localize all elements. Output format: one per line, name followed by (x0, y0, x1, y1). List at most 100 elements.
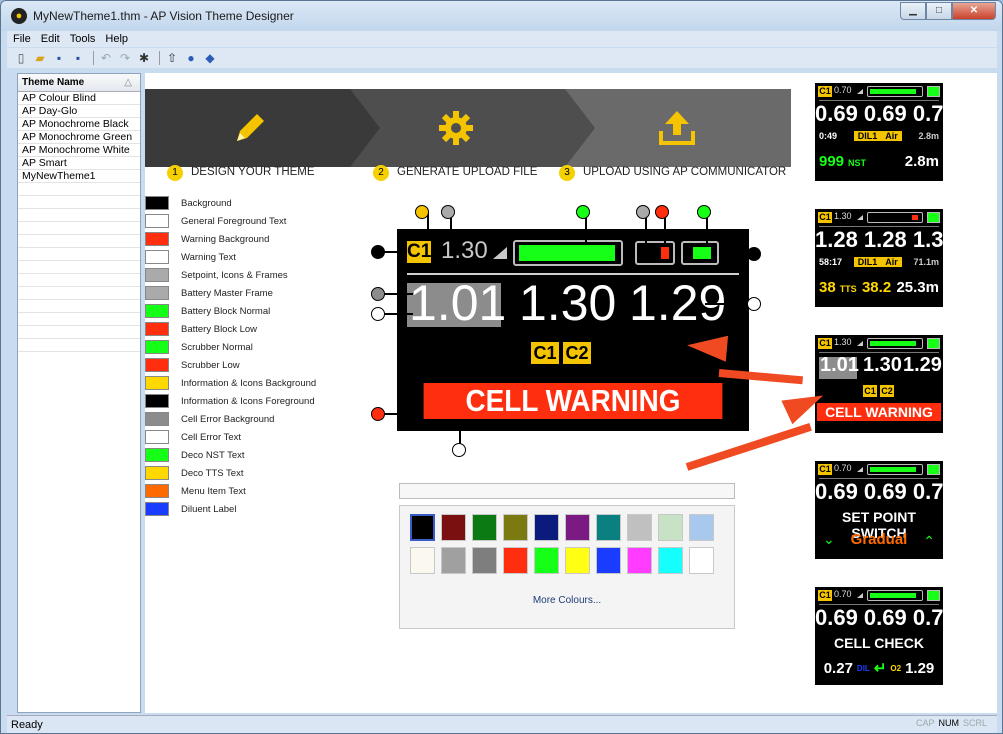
palette-swatch[interactable] (410, 514, 435, 541)
close-button[interactable]: ✕ (952, 2, 996, 20)
callout-dot-green[interactable] (576, 205, 590, 219)
theme-list-item[interactable]: MyNewTheme1 (18, 170, 140, 183)
color-swatch[interactable] (145, 412, 169, 426)
palette-swatch[interactable] (658, 547, 683, 574)
color-swatch[interactable] (145, 340, 169, 354)
color-swatch[interactable] (145, 430, 169, 444)
color-swatch[interactable] (145, 502, 169, 516)
color-setting-row[interactable]: Cell Error Background (145, 410, 274, 428)
callout-dot-red[interactable] (371, 407, 385, 421)
menu-edit[interactable]: Edit (41, 33, 60, 45)
palette-swatch[interactable] (503, 514, 528, 541)
color-setting-row[interactable]: Battery Block Low (145, 320, 257, 338)
palette-swatch[interactable] (627, 514, 652, 541)
undo-icon[interactable]: ↶ (98, 50, 114, 66)
palette-swatch[interactable] (689, 514, 714, 541)
palette-swatch[interactable] (627, 547, 652, 574)
setpoint-value[interactable]: 1.30 (441, 237, 488, 265)
redo-icon[interactable]: ↷ (117, 50, 133, 66)
preview-screen[interactable]: C1 1.30 1.01 1.30 1.29 C1 C2 CELL WARNING (815, 335, 943, 433)
color-swatch[interactable] (145, 376, 169, 390)
theme-list-item[interactable]: AP Colour Blind (18, 92, 140, 105)
palette-swatch[interactable] (565, 514, 590, 541)
color-swatch[interactable] (145, 304, 169, 318)
palette-swatch[interactable] (565, 547, 590, 574)
save-as-icon[interactable]: ▪ (70, 50, 86, 66)
cell-1-value[interactable]: 1.01 (409, 273, 506, 333)
theme-list-item[interactable]: AP Monochrome Green (18, 131, 140, 144)
theme-list-item[interactable]: AP Smart (18, 157, 140, 170)
menu-file[interactable]: File (13, 33, 31, 45)
upload-icon[interactable]: ⇧ (164, 50, 180, 66)
cell-warning-bar[interactable]: CELL WARNING (423, 383, 723, 419)
palette-swatch[interactable] (472, 514, 497, 541)
palette-swatch[interactable] (534, 514, 559, 541)
color-swatch[interactable] (145, 466, 169, 480)
color-setting-row[interactable]: Warning Text (145, 248, 236, 266)
callout-dot-yellow[interactable] (415, 205, 429, 219)
help-icon[interactable]: ● (183, 50, 199, 66)
palette-swatch[interactable] (534, 547, 559, 574)
color-swatch[interactable] (145, 484, 169, 498)
color-swatch[interactable] (145, 394, 169, 408)
palette-color-bar[interactable] (399, 483, 735, 499)
color-setting-row[interactable]: Information & Icons Foreground (145, 392, 315, 410)
palette-swatch[interactable] (596, 547, 621, 574)
color-setting-row[interactable]: Scrubber Normal (145, 338, 253, 356)
palette-swatch[interactable] (596, 514, 621, 541)
color-setting-row[interactable]: Deco TTS Text (145, 464, 243, 482)
color-swatch[interactable] (145, 358, 169, 372)
palette-swatch[interactable] (658, 514, 683, 541)
more-colours-button[interactable]: More Colours... (400, 590, 734, 612)
maximize-button[interactable]: □ (926, 2, 952, 20)
color-setting-row[interactable]: Diluent Label (145, 500, 236, 518)
scrubber-frame[interactable] (513, 240, 623, 266)
gear-icon[interactable]: ✱ (136, 50, 152, 66)
callout-dot-black[interactable] (747, 247, 761, 261)
theme-list-item[interactable]: AP Monochrome Black (18, 118, 140, 131)
color-swatch[interactable] (145, 196, 169, 210)
cell-2-value[interactable]: 1.30 (519, 273, 616, 333)
save-icon[interactable]: ▪ (51, 50, 67, 66)
color-setting-row[interactable]: Cell Error Text (145, 428, 241, 446)
color-swatch[interactable] (145, 250, 169, 264)
chevron-up-icon[interactable]: ⌃ (923, 533, 935, 550)
callout-dot-grey[interactable] (371, 287, 385, 301)
palette-swatch[interactable] (441, 547, 466, 574)
callout-dot-white[interactable] (747, 297, 761, 311)
menu-help[interactable]: Help (105, 33, 128, 45)
battery-low-frame[interactable] (635, 241, 675, 265)
color-setting-row[interactable]: Information & Icons Background (145, 374, 316, 392)
color-setting-row[interactable]: Battery Block Normal (145, 302, 270, 320)
palette-swatch[interactable] (410, 547, 435, 574)
new-file-icon[interactable]: ▯ (13, 50, 29, 66)
color-swatch[interactable] (145, 322, 169, 336)
preview-screen[interactable]: C1 1.30 1.28 1.28 1.31 58:17 DIL1 Air 71.1m 38 T… (815, 209, 943, 307)
palette-swatch[interactable] (441, 514, 466, 541)
battery-normal-frame[interactable] (681, 241, 719, 265)
color-swatch[interactable] (145, 232, 169, 246)
palette-swatch[interactable] (689, 547, 714, 574)
cal-c1-badge[interactable]: C1 (531, 342, 559, 364)
theme-list-item[interactable]: AP Day-Glo (18, 105, 140, 118)
open-folder-icon[interactable]: ▰ (32, 50, 48, 66)
color-swatch[interactable] (145, 268, 169, 282)
palette-icon[interactable]: ◆ (202, 50, 218, 66)
preview-screen[interactable]: C1 0.70 0.69 0.69 0.70 0:49 DIL1 Air 2.8m 999 NS… (815, 83, 943, 181)
color-setting-row[interactable]: Scrubber Low (145, 356, 240, 374)
palette-swatch[interactable] (503, 547, 528, 574)
theme-list-header[interactable]: Theme Name △ (18, 74, 140, 92)
color-setting-row[interactable]: Menu Item Text (145, 482, 246, 500)
callout-dot-grey[interactable] (441, 205, 455, 219)
preview-screen[interactable]: C1 0.70 0.69 0.69 0.70 SET POINT SWITCH ⌄ Gra… (815, 461, 943, 559)
color-swatch[interactable] (145, 448, 169, 462)
palette-swatch[interactable] (472, 547, 497, 574)
cal-c2-badge[interactable]: C2 (563, 342, 591, 364)
menu-tools[interactable]: Tools (70, 33, 96, 45)
color-setting-row[interactable]: Deco NST Text (145, 446, 245, 464)
color-swatch[interactable] (145, 286, 169, 300)
callout-dot-grey[interactable] (636, 205, 650, 219)
color-setting-row[interactable]: Warning Background (145, 230, 269, 248)
color-swatch[interactable] (145, 214, 169, 228)
callout-dot-white[interactable] (452, 443, 466, 457)
